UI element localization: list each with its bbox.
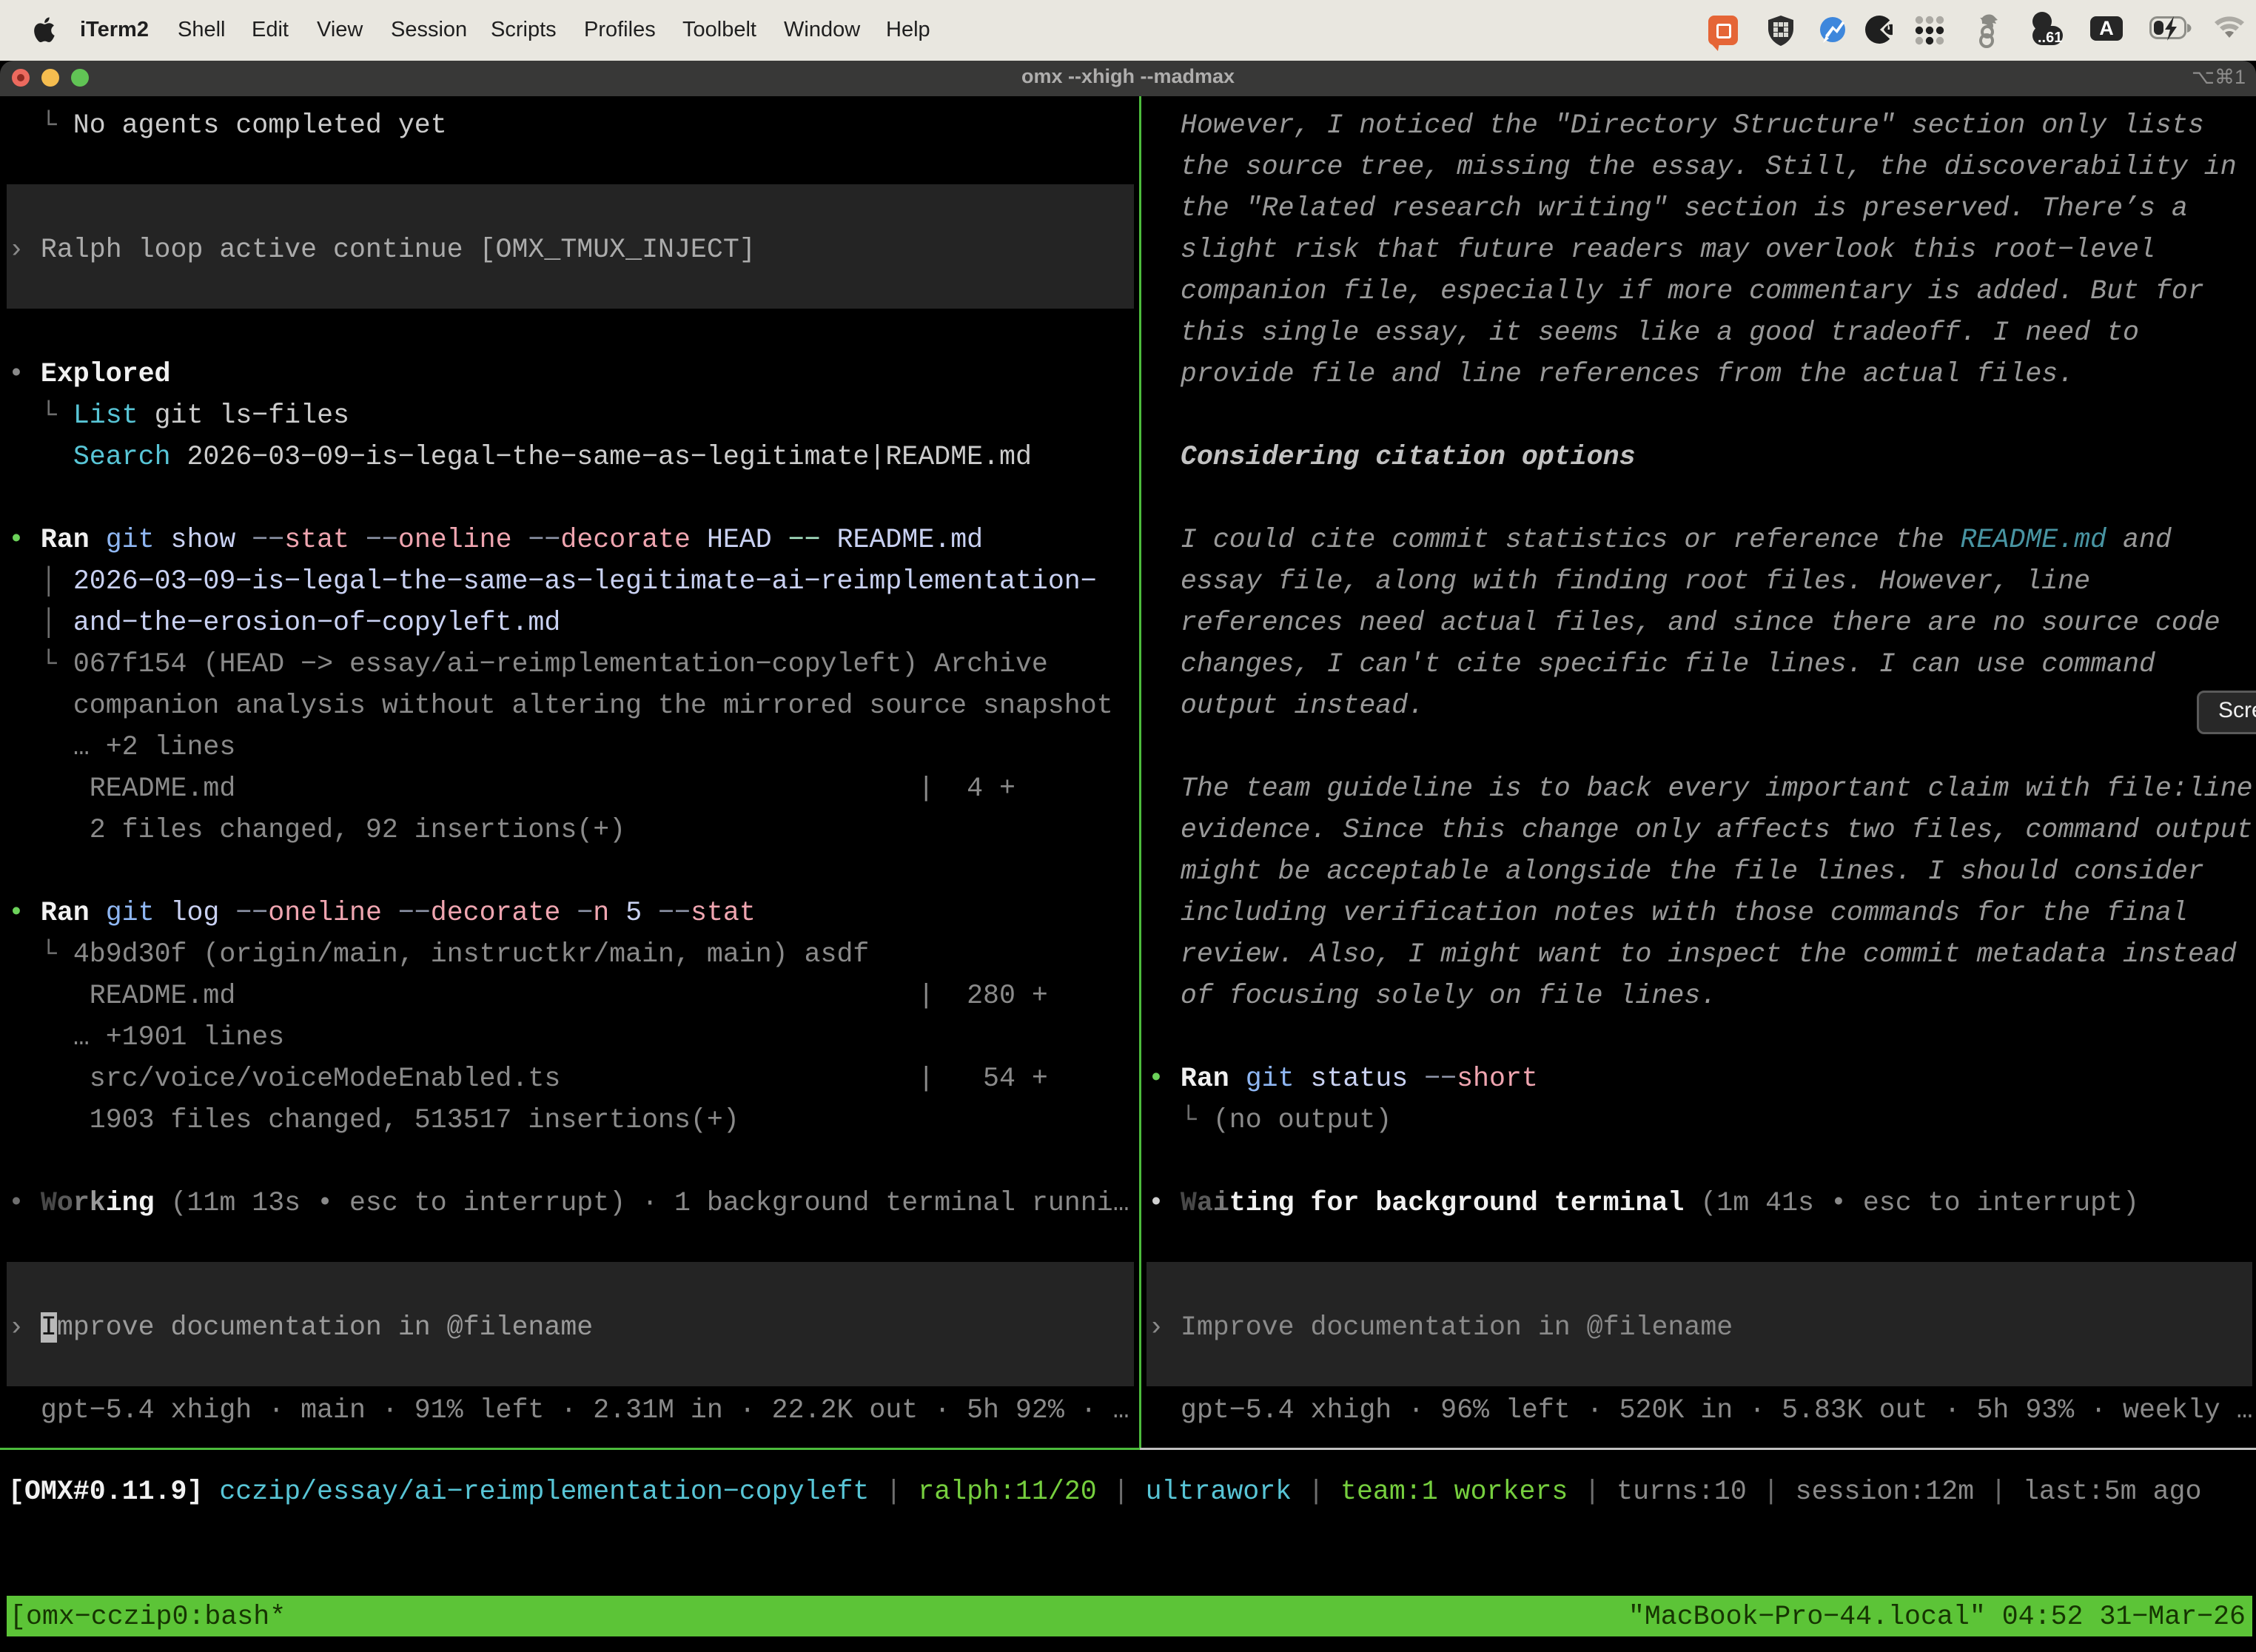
svg-text:..61: ..61: [2038, 30, 2062, 46]
